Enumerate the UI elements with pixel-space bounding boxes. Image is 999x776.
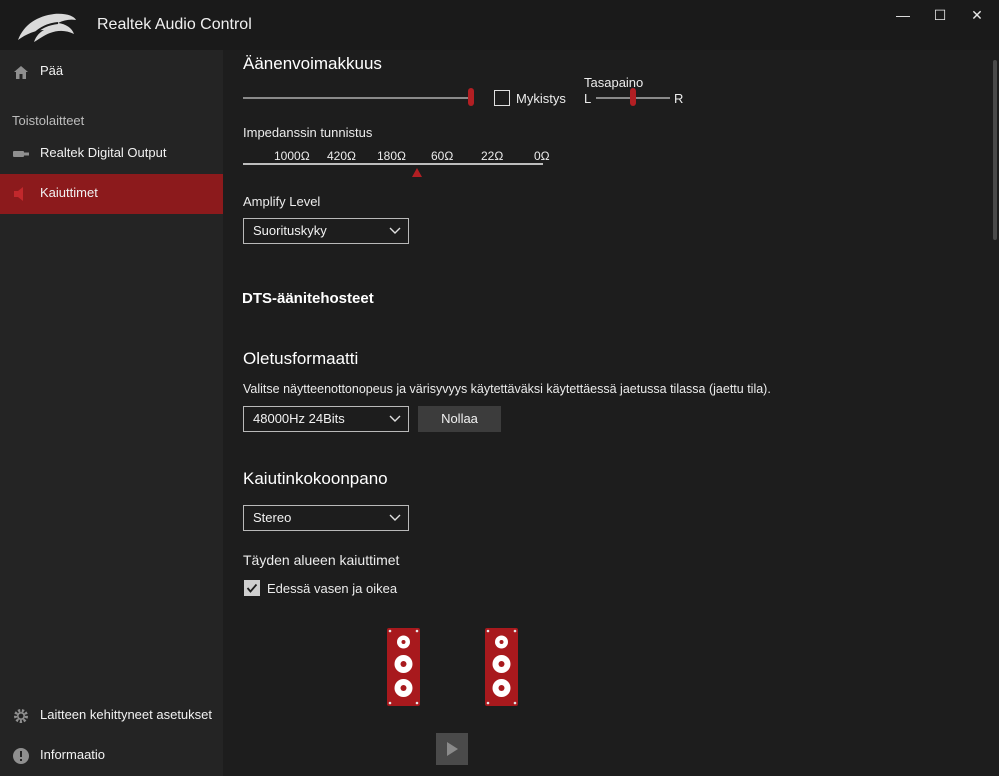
balance-right-label: R	[674, 91, 684, 106]
app-title: Realtek Audio Control	[97, 16, 252, 33]
impedance-tick-label: 60Ω	[431, 149, 454, 163]
info-icon	[13, 748, 29, 764]
impedance-marker-icon	[412, 168, 422, 177]
chevron-down-icon	[389, 227, 401, 234]
mute-label: Mykistys	[516, 91, 566, 106]
impedance-tick-label: 0Ω	[534, 149, 550, 163]
sidebar-item-main[interactable]: Pää	[0, 52, 223, 92]
speaker-icon	[14, 187, 23, 201]
gear-icon	[14, 709, 28, 723]
home-icon	[14, 66, 28, 79]
fullrange-label: Täyden alueen kaiuttimet	[243, 552, 400, 568]
amplify-label: Amplify Level	[243, 194, 321, 209]
checkmark-icon	[246, 583, 258, 593]
sidebar-item-advanced-settings[interactable]: Laitteen kehittyneet asetukset	[0, 696, 223, 736]
play-icon	[447, 742, 458, 756]
impedance-tick-label: 1000Ω	[274, 149, 310, 163]
amplify-dropdown[interactable]: Suorituskyky	[243, 218, 409, 244]
play-test-button[interactable]	[436, 733, 468, 765]
digital-output-icon	[13, 151, 29, 157]
balance-thumb[interactable]	[630, 88, 636, 106]
speaker-config-dropdown[interactable]: Stereo	[243, 505, 409, 531]
volume-heading: Äänenvoimakkuus	[243, 54, 382, 73]
chevron-down-icon	[389, 514, 401, 521]
maximize-button[interactable]: ☐	[922, 6, 958, 24]
main-panel: Äänenvoimakkuus Mykistys Tasapaino L R I…	[223, 50, 999, 776]
sidebar-item-digital-output[interactable]: Realtek Digital Output	[0, 134, 223, 174]
impedance-axis	[243, 163, 543, 165]
sidebar: Pää Toistolaitteet Realtek Digital Outpu…	[0, 50, 223, 776]
balance-left-label: L	[584, 91, 592, 106]
sidebar-item-information[interactable]: Informaatio	[0, 736, 223, 776]
front-left-right-label: Edessä vasen ja oikea	[267, 581, 398, 596]
dts-heading: DTS-äänitehosteet	[242, 290, 374, 307]
minimize-button[interactable]: —	[885, 6, 921, 24]
section-label-playback: Toistolaitteet	[12, 113, 85, 128]
impedance-label: Impedanssin tunnistus	[243, 125, 373, 140]
rog-logo-icon	[18, 13, 76, 42]
default-format-value: 48000Hz 24Bits	[253, 411, 345, 426]
left-speaker-icon[interactable]	[387, 628, 420, 706]
default-format-heading: Oletusformaatti	[243, 349, 359, 368]
chevron-down-icon	[389, 415, 401, 422]
reset-button[interactable]: Nollaa	[418, 406, 501, 432]
amplify-value: Suorituskyky	[253, 223, 327, 238]
impedance-tick-label: 22Ω	[481, 149, 504, 163]
default-format-dropdown[interactable]: 48000Hz 24Bits	[243, 406, 409, 432]
speaker-config-value: Stereo	[253, 510, 292, 525]
speaker-config-heading: Kaiutinkokoonpano	[243, 469, 388, 488]
volume-thumb[interactable]	[468, 88, 474, 106]
mute-checkbox[interactable]	[494, 90, 510, 106]
sidebar-item-speakers[interactable]: Kaiuttimet	[0, 174, 223, 214]
impedance-tick-label: 420Ω	[327, 149, 356, 163]
close-button[interactable]: ✕	[959, 6, 995, 24]
scrollbar-thumb[interactable]	[993, 60, 997, 240]
volume-track	[243, 97, 471, 99]
sidebar-item-label: Kaiuttimet	[40, 185, 98, 200]
title-bar: Realtek Audio Control — ☐ ✕	[0, 0, 999, 50]
default-format-description: Valitse näytteenottonopeus ja värisyvyys…	[243, 382, 771, 396]
impedance-tick-label: 180Ω	[377, 149, 406, 163]
right-speaker-icon[interactable]	[485, 628, 518, 706]
sidebar-item-label: Informaatio	[40, 747, 106, 762]
sidebar-item-label: Realtek Digital Output	[40, 145, 167, 160]
sidebar-item-label: Laitteen kehittyneet asetukset	[40, 707, 213, 722]
front-left-right-checkbox[interactable]	[244, 580, 260, 596]
sidebar-item-label: Pää	[40, 63, 64, 78]
